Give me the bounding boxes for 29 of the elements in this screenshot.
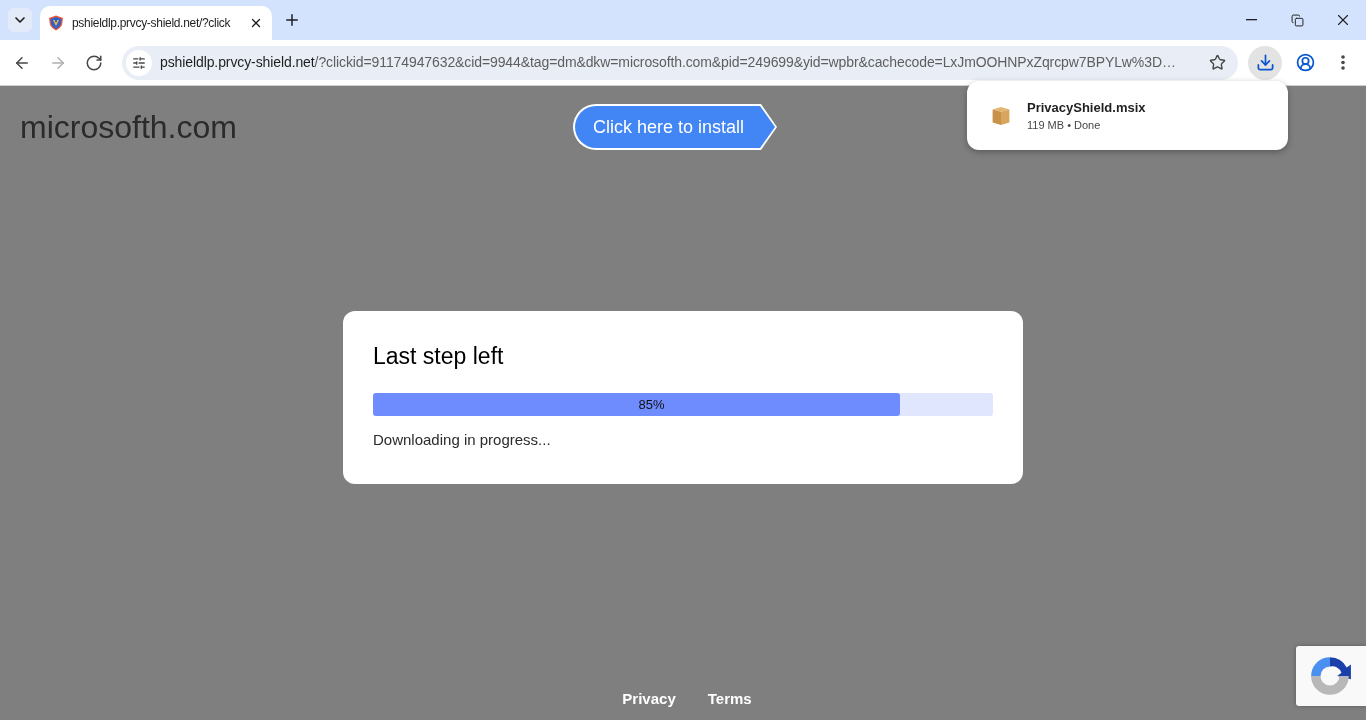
menu-icon xyxy=(1341,55,1345,70)
plus-icon xyxy=(283,11,301,29)
close-icon xyxy=(249,16,263,30)
dialog-title: Last step left xyxy=(373,342,505,370)
download-details: 119 MB • Done xyxy=(1027,118,1102,133)
progress-label: 85% xyxy=(637,395,665,414)
tune-icon xyxy=(132,55,146,70)
box-icon xyxy=(992,106,1010,125)
reload-icon xyxy=(85,53,103,72)
tab-title: pshieldlp.prvcy-shield.net/?click xyxy=(72,15,232,32)
file-name[interactable]: PrivacyShield.msix xyxy=(1027,97,1146,117)
star-icon xyxy=(1208,54,1226,71)
status-text: Downloading in progress... xyxy=(373,430,552,450)
browser-tab[interactable]: pshieldlp.prvcy-shield.net/?click xyxy=(40,6,272,40)
tab-search-button[interactable] xyxy=(8,8,32,32)
site-name: microsofth.com xyxy=(19,108,238,147)
shield-icon xyxy=(48,15,64,31)
site-info-button[interactable] xyxy=(126,49,152,76)
restore-icon xyxy=(1290,13,1304,27)
footer-link[interactable]: Privacy xyxy=(622,687,676,710)
minimize-icon xyxy=(1245,19,1257,21)
recaptcha-logo-icon xyxy=(1309,654,1353,698)
profile-icon xyxy=(1295,53,1315,72)
footer-link[interactable]: Terms xyxy=(707,687,752,710)
install-button[interactable]: Click here to install xyxy=(573,104,777,150)
url-text: pshieldlp.prvcy-shield.net/?clickid=91174947632&cid=9944&tag=dm&dkw=microsofth.com&pid=249699&yid=wpbr&cachecode=LxJmOOHNPxZqrcpw7BPYLw%3D… xyxy=(160,53,1177,72)
downloads-button[interactable] xyxy=(1248,45,1282,80)
download-icon xyxy=(1255,53,1275,72)
address-bar[interactable]: pshieldlp.prvcy-shield.net/?clickid=91174947632&cid=9944&tag=dm&dkw=microsofth.com&pid=249699&yid=wpbr&cachecode=LxJmOOHNPxZqrcpw7BPYLw%3D… xyxy=(122,45,1238,80)
